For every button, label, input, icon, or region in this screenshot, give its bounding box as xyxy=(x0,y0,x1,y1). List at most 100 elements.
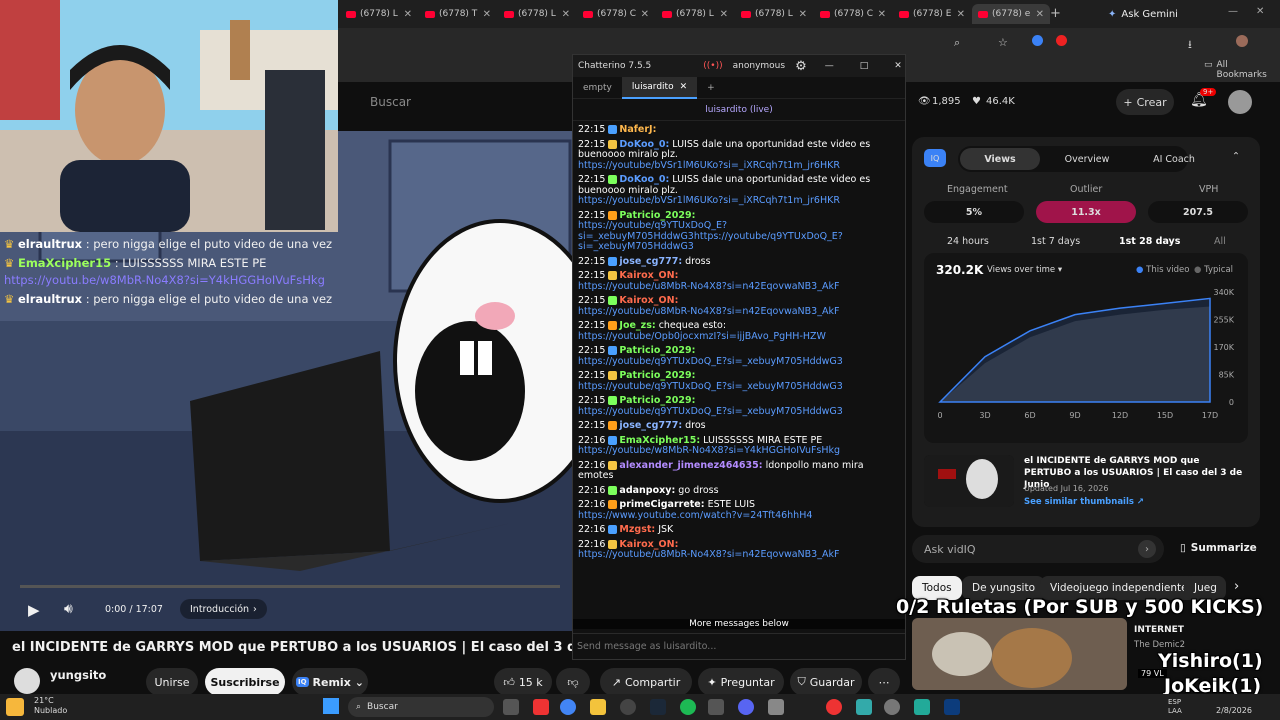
save-button[interactable]: ⛉ Guardar xyxy=(790,668,862,696)
steam-icon[interactable] xyxy=(650,699,666,715)
range-28d[interactable]: 1st 28 days xyxy=(1119,236,1180,247)
volume-icon[interactable]: 🔊︎ xyxy=(64,601,73,617)
ask-button[interactable]: ✦ Preguntar xyxy=(698,668,784,696)
close-tab-icon[interactable]: ✕ xyxy=(957,9,965,20)
message-username[interactable]: NaferJ: xyxy=(619,124,656,135)
app-icon-5[interactable] xyxy=(914,699,930,715)
chapter-button[interactable]: Introducción › xyxy=(180,599,267,619)
message-username[interactable]: DoKoo_0: xyxy=(619,174,669,185)
app-icon-4[interactable] xyxy=(884,699,900,715)
new-tab-button[interactable]: + xyxy=(1050,6,1061,21)
ask-vidiq-input[interactable]: Ask vidIQ › xyxy=(912,535,1164,563)
opera-icon[interactable] xyxy=(826,699,842,715)
dislike-button[interactable]: 👎︎ xyxy=(556,668,590,696)
range-7d[interactable]: 1st 7 days xyxy=(1031,236,1080,247)
create-button[interactable]: + Crear xyxy=(1116,89,1174,115)
message-username[interactable]: jose_cg777: xyxy=(619,420,682,431)
settings-gear-icon[interactable]: ⚙ xyxy=(795,59,807,74)
add-tab-button[interactable]: + xyxy=(697,77,725,99)
tab-empty[interactable]: empty xyxy=(573,77,622,99)
account-switcher[interactable]: anonymous xyxy=(733,61,785,71)
play-icon[interactable]: ▶ xyxy=(28,601,40,619)
channel-avatar[interactable] xyxy=(14,668,40,694)
message-username[interactable]: adanpoxy: xyxy=(619,485,675,496)
message-username[interactable]: Kairox_ON: xyxy=(619,295,678,306)
browser-tab[interactable]: (6778) T ✕ xyxy=(419,4,497,24)
youtube-search-input[interactable]: Buscar xyxy=(370,90,570,114)
message-username[interactable]: primeCigarrete: xyxy=(619,499,704,510)
ask-gemini-button[interactable]: ✦ Ask Gemini xyxy=(1108,4,1218,24)
more-messages-banner[interactable]: More messages below xyxy=(573,619,905,629)
message-username[interactable]: Patricio_2029: xyxy=(619,370,695,381)
file-explorer-icon[interactable] xyxy=(590,699,606,715)
browser-tab[interactable]: (6778) L ✕ xyxy=(498,4,576,24)
message-username[interactable]: Patricio_2029: xyxy=(619,395,695,406)
spotify-icon[interactable] xyxy=(680,699,696,715)
message-link[interactable]: https://youtube/w8MbR-No4X8?si=Y4kHGGHoI… xyxy=(578,445,840,456)
more-actions-button[interactable]: ⋯ xyxy=(868,668,900,696)
app-icon-3[interactable] xyxy=(856,699,872,715)
message-username[interactable]: Mzgst: xyxy=(619,524,655,535)
all-bookmarks-link[interactable]: ▭ All Bookmarks xyxy=(1204,60,1280,80)
views-over-time-dropdown[interactable]: Views over time ▾ xyxy=(987,265,1062,275)
message-username[interactable]: Kairox_ON: xyxy=(619,539,678,550)
message-username[interactable]: Kairox_ON: xyxy=(619,270,678,281)
browser-tab[interactable]: (6778) C ✕ xyxy=(577,4,655,24)
tab-overview[interactable]: Overview xyxy=(1047,148,1127,170)
minimize-window-icon[interactable]: — xyxy=(1228,6,1238,17)
tab-views[interactable]: Views xyxy=(960,148,1040,170)
message-username[interactable]: Joe_zs: xyxy=(619,320,655,331)
close-tab-icon[interactable]: ✕ xyxy=(641,9,649,20)
maximize-icon[interactable]: □ xyxy=(860,61,869,71)
minimize-icon[interactable]: — xyxy=(825,61,834,71)
subscribe-button[interactable]: Suscribirse xyxy=(205,668,285,696)
message-link[interactable]: https://youtube/u8MbR-No4X8?si=n42Eqovwa… xyxy=(578,281,839,292)
browser-tab[interactable]: (6778) L ✕ xyxy=(340,4,418,24)
message-link[interactable]: https://youtube/bVSr1lM6UKo?si=_iXRCqh7t… xyxy=(578,195,840,206)
photoshop-icon[interactable] xyxy=(944,699,960,715)
language-indicator[interactable]: ESP LAA xyxy=(1168,698,1182,716)
task-view-icon[interactable] xyxy=(503,699,519,715)
message-link[interactable]: https://youtube/bVSr1lM6UKo?si=_iXRCqh7t… xyxy=(578,160,840,171)
chatterino-taskbar-icon[interactable] xyxy=(708,699,724,715)
message-link[interactable]: https://youtube/q9YTUxDoQ_E?si=_xebuyM70… xyxy=(578,356,843,367)
join-button[interactable]: Unirse xyxy=(146,668,198,696)
taskbar-date[interactable]: 2/8/2026 xyxy=(1216,706,1252,715)
close-window-icon[interactable]: ✕ xyxy=(1256,6,1264,17)
tab-ai-coach[interactable]: AI Coach xyxy=(1134,148,1214,170)
channel-name[interactable]: yungsito xyxy=(50,668,106,682)
zoom-icon[interactable]: ⌕ xyxy=(954,36,960,50)
close-tab-icon[interactable]: ✕ xyxy=(799,9,807,20)
close-tab-icon[interactable]: ✕ xyxy=(878,9,886,20)
profile-avatar[interactable] xyxy=(1236,35,1248,47)
app-icon[interactable] xyxy=(533,699,549,715)
browser-tab[interactable]: (6778) C ✕ xyxy=(814,4,892,24)
message-username[interactable]: jose_cg777: xyxy=(619,256,682,267)
summarize-button[interactable]: ▯ Summarize xyxy=(1180,542,1257,554)
message-username[interactable]: alexander_jimenez464635: xyxy=(619,460,762,471)
message-username[interactable]: Patricio_2029: xyxy=(619,345,695,356)
message-link[interactable]: https://youtube/u8MbR-No4X8?si=n42Eqovwa… xyxy=(578,549,839,560)
message-username[interactable]: DoKoo_0: xyxy=(619,139,669,150)
browser-tab[interactable]: (6778) L ✕ xyxy=(735,4,813,24)
message-link[interactable]: https://www.youtube.com/watch?v=24Tft46h… xyxy=(578,510,812,521)
taskbar-search[interactable]: ⌕ Buscar xyxy=(348,697,494,717)
chat-link[interactable]: https://youtu.be/w8MbR-No4X8?si=Y4kHGGHo… xyxy=(4,273,325,287)
close-tab-icon[interactable]: ✕ xyxy=(720,9,728,20)
extension-vidiq-icon[interactable] xyxy=(1032,35,1043,46)
video-thumbnail[interactable] xyxy=(924,455,1014,507)
close-tab-icon[interactable]: ✕ xyxy=(562,9,570,20)
close-tab-icon[interactable]: ✕ xyxy=(404,9,412,20)
browser-tab[interactable]: (6778) e ✕ xyxy=(972,4,1050,24)
browser-tab[interactable]: (6778) E ✕ xyxy=(893,4,971,24)
message-link[interactable]: https://youtube/q9YTUxDoQ_E?si=_xebuyM70… xyxy=(578,381,843,392)
browser-tab[interactable]: (6778) L ✕ xyxy=(656,4,734,24)
related-video-thumbnail[interactable] xyxy=(912,618,1127,690)
close-tab-icon[interactable]: ✕ xyxy=(680,82,688,92)
obs-icon[interactable] xyxy=(620,699,636,715)
message-username[interactable]: Patricio_2029: xyxy=(619,210,695,221)
account-avatar[interactable] xyxy=(1228,90,1252,114)
close-tab-icon[interactable]: ✕ xyxy=(483,9,491,20)
send-arrow-icon[interactable]: › xyxy=(1138,540,1156,558)
extension-record-icon[interactable] xyxy=(1056,35,1067,46)
